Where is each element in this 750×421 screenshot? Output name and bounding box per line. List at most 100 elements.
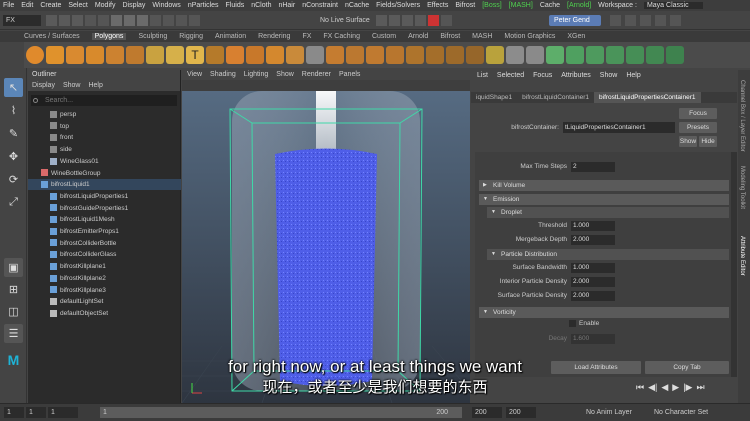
outliner-item[interactable]: bifrostLiquidProperties1: [28, 191, 181, 202]
quad-draw-icon[interactable]: [526, 46, 544, 64]
snap-curve-icon[interactable]: [163, 15, 174, 26]
outliner-item[interactable]: bifrostGuideProperties1: [28, 203, 181, 214]
tab-liquid-container[interactable]: bifrostLiquidContainer1: [517, 92, 594, 103]
svg-icon[interactable]: [206, 46, 224, 64]
menu-item-file[interactable]: File: [3, 2, 14, 9]
decay-field[interactable]: 1.600: [571, 334, 615, 344]
max-time-steps-field[interactable]: 2: [571, 162, 615, 172]
side-tab-channel-box[interactable]: Channel Box / Layer Editor: [739, 80, 745, 152]
menu-item-arnold[interactable]: [Arnold]: [567, 2, 591, 9]
arnold-render-icon[interactable]: [428, 15, 439, 26]
outliner-menu-display[interactable]: Display: [32, 80, 55, 91]
bridge-icon[interactable]: [366, 46, 384, 64]
interior-particle-density-field[interactable]: 2.000: [571, 277, 615, 287]
menu-item-fluids[interactable]: Fluids: [226, 2, 245, 9]
combine-icon[interactable]: [226, 46, 244, 64]
poly-sphere-icon[interactable]: [26, 46, 44, 64]
workspace-dropdown[interactable]: Maya Classic: [643, 2, 703, 9]
viewport-menu-panels[interactable]: Panels: [339, 70, 360, 80]
menu-item-create[interactable]: Create: [40, 2, 61, 9]
outliner-item[interactable]: side: [28, 144, 181, 155]
outliner-item[interactable]: bifrostLiquid1: [28, 179, 181, 191]
hide-button[interactable]: Hide: [699, 136, 717, 147]
rotate-tool-icon[interactable]: ⟳: [4, 170, 23, 189]
character-set-dropdown[interactable]: No Character Set: [654, 407, 724, 418]
ipr-render-icon[interactable]: [402, 15, 413, 26]
perspective-viewport[interactable]: View Shading Lighting Show Renderer Pane…: [182, 70, 470, 403]
render-settings-icon[interactable]: [415, 15, 426, 26]
side-tab-attribute-editor[interactable]: Attribute Editor: [739, 236, 745, 276]
menu-item-modify[interactable]: Modify: [95, 2, 116, 9]
open-scene-icon[interactable]: [59, 15, 70, 26]
ae-scrollbar[interactable]: [731, 152, 737, 377]
playback-end-field[interactable]: 200: [472, 407, 502, 418]
side-tab-modeling-toolkit[interactable]: Modeling Toolkit: [739, 166, 745, 209]
snap-grid-icon[interactable]: [150, 15, 161, 26]
smooth-icon[interactable]: [286, 46, 304, 64]
ae-menu-attributes[interactable]: Attributes: [561, 70, 591, 82]
menu-item-nhair[interactable]: nHair: [278, 2, 295, 9]
new-scene-icon[interactable]: [46, 15, 57, 26]
outliner-item[interactable]: bifrostEmitterProps1: [28, 226, 181, 237]
select-tool-icon[interactable]: ↖: [4, 78, 23, 97]
shelf-tab-sculpting[interactable]: Sculpting: [138, 33, 167, 40]
section-particle-distribution[interactable]: Particle Distribution: [487, 249, 729, 260]
ae-menu-show[interactable]: Show: [600, 70, 618, 82]
menu-item-fields-solvers[interactable]: Fields/Solvers: [376, 2, 420, 9]
multi-cut-icon[interactable]: [466, 46, 484, 64]
range-slider[interactable]: 1 200: [100, 407, 462, 418]
viewport-menu-view[interactable]: View: [187, 70, 202, 80]
auto-map-icon[interactable]: [586, 46, 604, 64]
outliner-item[interactable]: defaultLightSet: [28, 296, 181, 307]
playback-start-field[interactable]: 1: [48, 407, 78, 418]
shelf-tab-xgen[interactable]: XGen: [567, 33, 585, 40]
mirror-icon[interactable]: [326, 46, 344, 64]
outliner-item[interactable]: top: [28, 121, 181, 132]
outliner-item[interactable]: bifrostKillplane3: [28, 285, 181, 296]
ae-node-name-field[interactable]: tLiquidPropertiesContainer1: [563, 122, 675, 133]
menu-item-effects[interactable]: Effects: [427, 2, 448, 9]
outliner-search-input[interactable]: Search...: [31, 95, 177, 106]
shelf-tab-polygons[interactable]: Polygons: [91, 33, 127, 40]
four-view-icon[interactable]: ⊞: [4, 280, 23, 299]
unfold-icon[interactable]: [646, 46, 664, 64]
tab-liquid-properties-container[interactable]: bifrostLiquidPropertiesContainer1: [594, 92, 701, 103]
shelf-tab-fx-caching[interactable]: FX Caching: [323, 33, 360, 40]
range-start-field[interactable]: 1: [26, 407, 46, 418]
ae-menu-selected[interactable]: Selected: [497, 70, 524, 82]
poly-cube-icon[interactable]: [46, 46, 64, 64]
viewport-menu-show[interactable]: Show: [276, 70, 294, 80]
menu-item-cache[interactable]: Cache: [540, 2, 560, 9]
render-current-icon[interactable]: [389, 15, 400, 26]
outliner-item[interactable]: bifrostColliderBottle: [28, 238, 181, 249]
outliner-item[interactable]: front: [28, 132, 181, 143]
outliner-item[interactable]: WineGlass01: [28, 156, 181, 167]
section-droplet[interactable]: Droplet: [487, 207, 729, 218]
viewport-menu-shading[interactable]: Shading: [210, 70, 236, 80]
select-hierarchy-icon[interactable]: [111, 15, 122, 26]
single-view-icon[interactable]: ▣: [4, 258, 23, 277]
shelf-tab-curves-surfaces[interactable]: Curves / Surfaces: [24, 33, 80, 40]
select-component-icon[interactable]: [137, 15, 148, 26]
shelf-tab-custom[interactable]: Custom: [372, 33, 396, 40]
cylindrical-map-icon[interactable]: [606, 46, 624, 64]
extrude-icon[interactable]: [346, 46, 364, 64]
boolean-icon[interactable]: [266, 46, 284, 64]
surface-particle-density-field[interactable]: 2.000: [571, 291, 615, 301]
menu-item-boss[interactable]: [Boss]: [482, 2, 501, 9]
section-kill-volume[interactable]: Kill Volume: [479, 180, 729, 191]
poly-plane-icon[interactable]: [126, 46, 144, 64]
outliner-item[interactable]: bifrostLiquid1Mesh: [28, 214, 181, 225]
outliner-item[interactable]: persp: [28, 109, 181, 120]
two-view-icon[interactable]: ◫: [4, 302, 23, 321]
poly-disc-icon[interactable]: [146, 46, 164, 64]
shelf-tab-animation[interactable]: Animation: [215, 33, 246, 40]
attribute-editor-icon[interactable]: [640, 15, 651, 26]
outliner-item[interactable]: defaultObjectSet: [28, 308, 181, 319]
hypershade-icon[interactable]: [441, 15, 452, 26]
menu-item-ncache[interactable]: nCache: [345, 2, 369, 9]
outliner-menu-help[interactable]: Help: [88, 80, 102, 91]
render-view-icon[interactable]: [376, 15, 387, 26]
outliner-layout-icon[interactable]: ☰: [4, 324, 23, 343]
shelf-tab-arnold[interactable]: Arnold: [408, 33, 428, 40]
